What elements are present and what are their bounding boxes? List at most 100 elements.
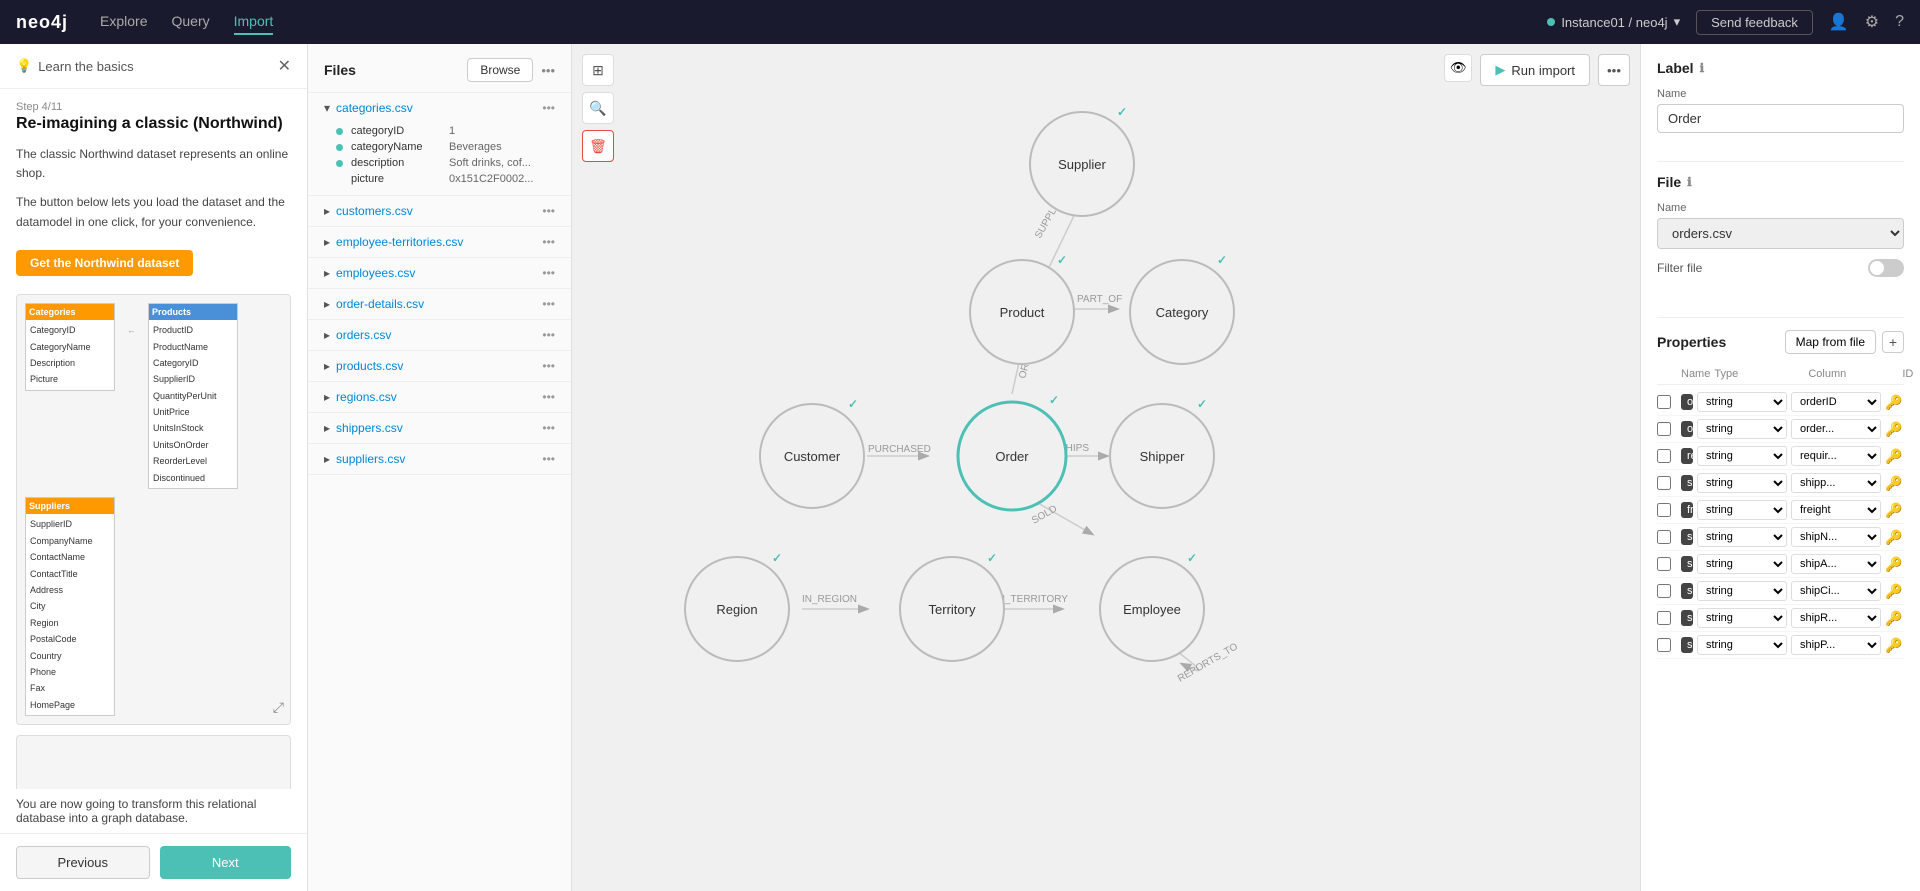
browse-button[interactable]: Browse bbox=[467, 58, 533, 82]
files-more-icon[interactable]: ••• bbox=[541, 63, 555, 78]
prop-column-4[interactable]: freight bbox=[1791, 500, 1881, 520]
collapse-panel-button[interactable]: ⊞ bbox=[582, 54, 614, 86]
prop-type-3[interactable]: string bbox=[1697, 473, 1787, 493]
file-more-orders[interactable]: ••• bbox=[542, 328, 555, 342]
file-more-order-details[interactable]: ••• bbox=[542, 297, 555, 311]
prop-checkbox-3[interactable] bbox=[1657, 476, 1671, 490]
file-group-header-categories[interactable]: ▾ categories.csv ••• bbox=[308, 93, 571, 123]
file-group-header-employee-territories[interactable]: ▸ employee-territories.csv ••• bbox=[308, 227, 571, 257]
add-property-button[interactable]: + bbox=[1882, 331, 1904, 353]
prop-key-icon-8[interactable]: 🔑 bbox=[1885, 610, 1913, 627]
file-info-icon[interactable]: ℹ bbox=[1687, 175, 1692, 189]
prop-checkbox-5[interactable] bbox=[1657, 530, 1671, 544]
prop-type-2[interactable]: string bbox=[1697, 446, 1787, 466]
prop-column-7[interactable]: shipCi... bbox=[1791, 581, 1881, 601]
prop-checkbox-2[interactable] bbox=[1657, 449, 1671, 463]
file-more-employee-territories[interactable]: ••• bbox=[542, 235, 555, 249]
prop-type-0[interactable]: string bbox=[1697, 392, 1787, 412]
prop-name-0[interactable]: ord... ✏ bbox=[1681, 394, 1693, 410]
prop-name-5[interactable]: shi... ✏ bbox=[1681, 529, 1693, 545]
sidebar-close-button[interactable]: ✕ bbox=[278, 56, 291, 76]
help-icon[interactable]: ? bbox=[1895, 13, 1904, 31]
prop-type-7[interactable]: string bbox=[1697, 581, 1787, 601]
schema-preview: Categories CategoryID CategoryName Descr… bbox=[16, 294, 291, 725]
file-more-categories[interactable]: ••• bbox=[542, 101, 555, 115]
file-more-customers[interactable]: ••• bbox=[542, 204, 555, 218]
prop-column-1[interactable]: order... bbox=[1791, 419, 1881, 439]
canvas-more-button[interactable]: ••• bbox=[1598, 54, 1630, 86]
send-feedback-button[interactable]: Send feedback bbox=[1696, 10, 1813, 35]
prop-column-2[interactable]: requir... bbox=[1791, 446, 1881, 466]
prop-name-7[interactable]: shi... ✏ bbox=[1681, 583, 1693, 599]
nav-explore[interactable]: Explore bbox=[100, 9, 147, 35]
file-more-products[interactable]: ••• bbox=[542, 359, 555, 373]
prop-column-3[interactable]: shipp... bbox=[1791, 473, 1881, 493]
file-select[interactable]: orders.csv bbox=[1657, 218, 1904, 249]
map-from-file-button[interactable]: Map from file bbox=[1785, 330, 1876, 354]
prop-name-3[interactable]: shi... ✏ bbox=[1681, 475, 1693, 491]
filter-file-toggle[interactable] bbox=[1868, 259, 1904, 277]
prop-checkbox-6[interactable] bbox=[1657, 557, 1671, 571]
prop-checkbox-8[interactable] bbox=[1657, 611, 1671, 625]
file-group-header-order-details[interactable]: ▸ order-details.csv ••• bbox=[308, 289, 571, 319]
file-group-header-suppliers[interactable]: ▸ suppliers.csv ••• bbox=[308, 444, 571, 474]
prop-name-6[interactable]: shi... ✏ bbox=[1681, 556, 1693, 572]
prop-name-4[interactable]: frei... ✏ bbox=[1681, 502, 1693, 518]
instance-badge[interactable]: Instance01 / neo4j ▾ bbox=[1547, 14, 1680, 30]
get-dataset-button[interactable]: Get the Northwind dataset bbox=[16, 250, 193, 276]
file-more-suppliers[interactable]: ••• bbox=[542, 452, 555, 466]
run-import-button[interactable]: ▶ Run import bbox=[1480, 54, 1590, 86]
label-info-icon[interactable]: ℹ bbox=[1700, 61, 1705, 75]
prop-key-icon-5[interactable]: 🔑 bbox=[1885, 529, 1913, 546]
prop-column-6[interactable]: shipA... bbox=[1791, 554, 1881, 574]
user-icon[interactable]: 👤 bbox=[1829, 12, 1849, 32]
prop-checkbox-0[interactable] bbox=[1657, 395, 1671, 409]
prop-type-1[interactable]: string bbox=[1697, 419, 1787, 439]
file-group-header-products[interactable]: ▸ products.csv ••• bbox=[308, 351, 571, 381]
prop-type-5[interactable]: string bbox=[1697, 527, 1787, 547]
prop-checkbox-1[interactable] bbox=[1657, 422, 1671, 436]
prop-key-icon-6[interactable]: 🔑 bbox=[1885, 556, 1913, 573]
prop-name-2[interactable]: requ... ✏ bbox=[1681, 448, 1693, 464]
prop-type-4[interactable]: string bbox=[1697, 500, 1787, 520]
prop-key-icon-2[interactable]: 🔑 bbox=[1885, 448, 1913, 465]
nav-query[interactable]: Query bbox=[171, 9, 209, 35]
file-group-header-shippers[interactable]: ▸ shippers.csv ••• bbox=[308, 413, 571, 443]
prop-key-icon-9[interactable]: 🔑 bbox=[1885, 637, 1913, 654]
prop-name-9[interactable]: shi... ✏ bbox=[1681, 637, 1693, 653]
label-name-input[interactable] bbox=[1657, 104, 1904, 133]
nav-import[interactable]: Import bbox=[234, 9, 274, 35]
next-button[interactable]: Next bbox=[160, 846, 292, 879]
file-group-header-regions[interactable]: ▸ regions.csv ••• bbox=[308, 382, 571, 412]
prop-checkbox-9[interactable] bbox=[1657, 638, 1671, 652]
prop-column-0[interactable]: orderID bbox=[1791, 392, 1881, 412]
prop-column-5[interactable]: shipN... bbox=[1791, 527, 1881, 547]
file-group-header-employees[interactable]: ▸ employees.csv ••• bbox=[308, 258, 571, 288]
prop-name-8[interactable]: shi... ✏ bbox=[1681, 610, 1693, 626]
settings-icon[interactable]: ⚙ bbox=[1865, 12, 1879, 32]
prop-key-icon-7[interactable]: 🔑 bbox=[1885, 583, 1913, 600]
expand-schema-icon[interactable]: ⤢ bbox=[273, 696, 284, 718]
prop-type-8[interactable]: string bbox=[1697, 608, 1787, 628]
file-more-shippers[interactable]: ••• bbox=[542, 421, 555, 435]
prop-name-1[interactable]: ord... ✏ bbox=[1681, 421, 1693, 437]
file-more-regions[interactable]: ••• bbox=[542, 390, 555, 404]
preview-button[interactable]: 👁 bbox=[1444, 54, 1472, 82]
file-group-header-customers[interactable]: ▸ customers.csv ••• bbox=[308, 196, 571, 226]
prop-key-icon-1[interactable]: 🔑 bbox=[1885, 421, 1913, 438]
file-group-regions: ▸ regions.csv ••• bbox=[308, 382, 571, 413]
file-more-employees[interactable]: ••• bbox=[542, 266, 555, 280]
prop-column-8[interactable]: shipR... bbox=[1791, 608, 1881, 628]
previous-button[interactable]: Previous bbox=[16, 846, 150, 879]
prop-type-6[interactable]: string bbox=[1697, 554, 1787, 574]
prop-key-icon-0[interactable]: 🔑 bbox=[1885, 394, 1913, 411]
file-group-header-orders[interactable]: ▸ orders.csv ••• bbox=[308, 320, 571, 350]
prop-checkbox-4[interactable] bbox=[1657, 503, 1671, 517]
prop-key-icon-4[interactable]: 🔑 bbox=[1885, 502, 1913, 519]
delete-button[interactable]: 🗑 bbox=[582, 130, 614, 162]
prop-type-9[interactable]: string bbox=[1697, 635, 1787, 655]
prop-checkbox-7[interactable] bbox=[1657, 584, 1671, 598]
prop-key-icon-3[interactable]: 🔑 bbox=[1885, 475, 1913, 492]
zoom-search-button[interactable]: 🔍 bbox=[582, 92, 614, 124]
prop-column-9[interactable]: shipP... bbox=[1791, 635, 1881, 655]
